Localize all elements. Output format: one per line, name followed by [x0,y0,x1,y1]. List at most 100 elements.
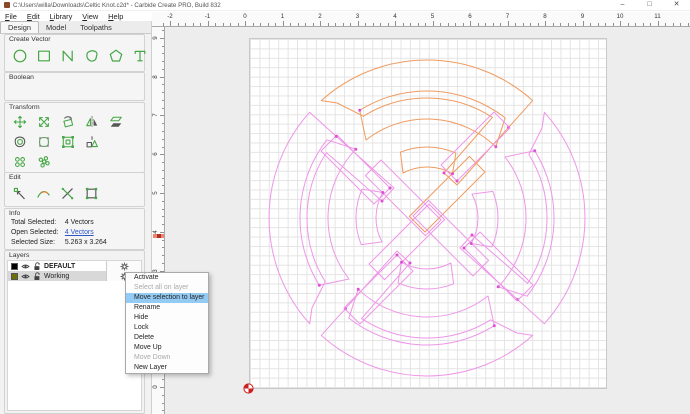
vector-node[interactable] [354,148,357,151]
context-menu-item-lock[interactable]: Lock [126,323,208,333]
vector-node[interactable] [358,109,361,112]
vector-node[interactable] [471,234,474,237]
context-menu-item-rename[interactable]: Rename [126,303,208,313]
ruler-tick-major [395,21,396,26]
nest-tool[interactable] [58,132,77,151]
layer-list: DEFAULT Working [7,260,142,411]
layer-name[interactable]: DEFAULT [44,263,75,270]
polygon-tool[interactable] [106,46,125,65]
vector-node[interactable] [409,262,412,265]
vector-path[interactable] [269,112,394,323]
vector-path[interactable] [321,251,532,376]
ruler-tick [163,23,164,26]
layer-row-default[interactable]: DEFAULT [8,261,141,271]
vector-node[interactable] [318,284,321,287]
ruler-tick-major [508,21,509,26]
ruler-tick [162,30,165,31]
vector-path[interactable] [498,151,554,297]
context-menu-item-activate[interactable]: Activate [126,273,208,283]
vector-path[interactable] [356,189,383,245]
vector-node[interactable] [443,172,446,175]
vector-node[interactable] [533,149,536,152]
context-menu-item-move-selection-to-layer[interactable]: Move selection to layer [126,293,208,303]
context-menu-item-hide[interactable]: Hide [126,313,208,323]
vector-node[interactable] [463,247,466,250]
vector-node[interactable] [389,187,392,190]
ruler-tick [523,23,524,26]
ruler-tick [650,23,651,26]
align-tool[interactable] [82,132,101,151]
vector-node[interactable] [396,254,399,257]
vector-node[interactable] [335,135,338,138]
text-tool[interactable] [130,46,149,65]
mirror-tool[interactable] [82,112,101,131]
layer-menu-button[interactable] [106,261,141,271]
vector-path[interactable] [400,147,456,174]
layer-name[interactable]: Working [44,273,69,280]
boolean-tool[interactable] [82,184,101,203]
node-edit-tool[interactable] [10,184,29,203]
circular-array-tool[interactable] [10,152,29,171]
trim-tool[interactable] [34,184,53,203]
text-icon [132,48,148,64]
celtic-knot-drawing[interactable] [165,27,690,414]
vector-node[interactable] [497,285,500,288]
scale-tool[interactable] [34,112,53,131]
polyline-tool[interactable] [58,46,77,65]
tab-toolpaths[interactable]: Toolpaths [73,22,119,33]
close-button[interactable]: ✕ [663,0,690,10]
ruler-tick [628,23,629,26]
unlock-icon[interactable] [33,262,41,271]
curve-tool[interactable] [82,46,101,65]
ruler-tick-major [170,21,171,26]
shear-tool[interactable] [106,112,125,131]
offset-tool[interactable] [10,132,29,151]
vector-path[interactable] [300,140,356,286]
context-menu-item-move-up[interactable]: Move Up [126,343,208,353]
vector-path[interactable] [471,191,498,247]
vector-node[interactable] [494,145,497,148]
circle-tool[interactable] [10,46,29,65]
boolean-icon [84,186,99,201]
grid-array-tool[interactable] [34,152,53,171]
maximize-button[interactable]: □ [636,0,663,10]
context-menu-item-new-layer[interactable]: New Layer [126,363,208,373]
ruler-position-marker [153,234,164,238]
ruler-tick [290,23,291,26]
vector-node[interactable] [381,191,384,194]
vector-node[interactable] [357,288,360,291]
tab-design[interactable]: Design [0,21,39,33]
tab-model[interactable]: Model [39,22,73,33]
ruler-tick-major [470,21,471,26]
eye-icon[interactable] [21,273,30,280]
fillet-tool[interactable] [34,132,53,151]
vector-path[interactable] [360,91,506,147]
unlock-icon[interactable] [33,272,41,281]
vector-path[interactable] [349,289,495,345]
create-vector-panel: Create Vector [4,34,145,72]
vector-node[interactable] [456,180,459,183]
move-tool[interactable] [10,112,29,131]
layer-color-swatch[interactable] [11,263,18,270]
vector-path[interactable] [460,112,585,323]
layer-row-working[interactable]: Working [8,271,141,281]
layer-color-swatch[interactable] [11,273,18,280]
open-vectors-link[interactable]: 4 Vectors [65,229,94,236]
canvas-viewport[interactable] [165,27,690,414]
vector-path[interactable] [321,60,532,185]
minimize-button[interactable]: – [609,0,636,10]
rectangle-tool[interactable] [34,46,53,65]
ruler-number: 4 [387,13,403,20]
ruler-tick [238,23,239,26]
join-tool[interactable] [58,184,77,203]
vector-path[interactable] [398,262,454,289]
eye-icon[interactable] [21,263,30,270]
ruler-tick [328,23,329,26]
ruler-tick [268,23,269,26]
context-menu-item-delete[interactable]: Delete [126,333,208,343]
ruler-tick [365,23,366,26]
vector-node[interactable] [493,324,496,327]
vector-node[interactable] [381,200,384,203]
rotate-tool[interactable] [58,112,77,131]
ruler-tick [162,100,165,101]
